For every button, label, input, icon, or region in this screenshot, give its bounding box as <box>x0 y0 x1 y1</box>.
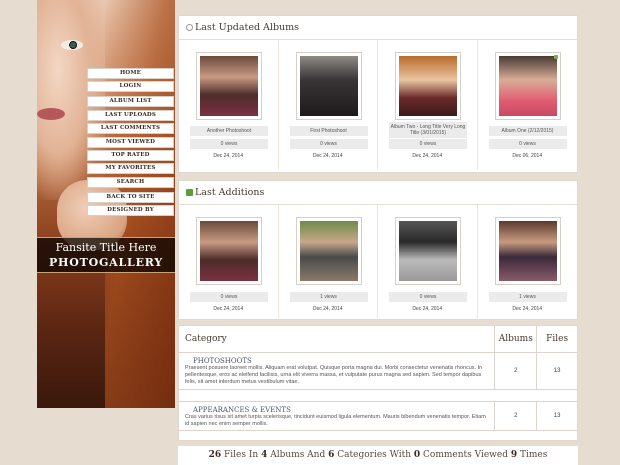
menu-last-comments[interactable]: LAST COMMENTS <box>87 123 174 135</box>
lips-detail <box>37 108 65 120</box>
album-views: 0 views <box>289 139 368 149</box>
album-card: Album One (2/12/2015) 0 views Dec 06, 20… <box>478 40 578 170</box>
header-category: Category <box>179 326 496 352</box>
menu-designed-by[interactable]: DESIGNED BY <box>87 205 174 217</box>
additions-grid: 0 views Dec 24, 2014 1 views Dec 24, 201… <box>179 205 577 320</box>
album-views: 0 views <box>190 139 268 149</box>
category-albums-count: 2 <box>495 353 538 389</box>
plus-icon <box>186 189 193 196</box>
panel-title: Last Additions <box>195 187 265 198</box>
header-albums: Albums <box>495 326 538 352</box>
panel-header: Last Additions <box>179 181 577 205</box>
category-files-count: 13 <box>553 413 561 419</box>
album-grid: Another Photoshoot 0 views Dec 24, 2014 … <box>179 40 577 170</box>
menu-login[interactable]: LOGIN <box>87 81 174 93</box>
photo-date: Dec 24, 2014 <box>412 306 443 312</box>
album-thumbnail[interactable] <box>494 52 561 120</box>
album-name[interactable]: Album Two - Long Title Very Long Title (… <box>389 122 467 138</box>
photo-card: 1 views Dec 24, 2014 <box>279 205 378 320</box>
album-date: Dec 24, 2014 <box>412 153 443 159</box>
category-description: Cras varius risus sit amet turpis sceler… <box>185 414 486 427</box>
album-date: Dec 24, 2014 <box>213 153 244 159</box>
album-thumbnail[interactable] <box>395 52 461 120</box>
stat-comments: 0 <box>413 450 421 460</box>
photo-views: 1 views <box>289 292 368 302</box>
stat-files: 26 <box>208 450 222 460</box>
stat-times-label: Times <box>519 450 548 460</box>
photo-thumbnail[interactable] <box>295 217 362 285</box>
album-card: First Photoshoot 0 views Dec 24, 2014 <box>279 40 378 170</box>
category-albums-count: 2 <box>495 402 538 430</box>
refresh-icon <box>186 24 193 31</box>
menu-album-list[interactable]: ALBUM LIST <box>87 96 174 108</box>
gallery-title: PHOTOGALLERY <box>48 256 164 269</box>
stat-times: 9 <box>510 450 518 460</box>
sidebar: HOME LOGIN ALBUM LIST LAST UPLOADS LAST … <box>37 0 175 408</box>
photo-date: Dec 24, 2014 <box>512 306 543 312</box>
menu-top-rated[interactable]: TOP RATED <box>87 149 174 161</box>
panel-title: Last Updated Albums <box>195 22 300 33</box>
menu-my-favorites[interactable]: MY FAVORITES <box>87 163 174 175</box>
photo-card: 0 views Dec 24, 2014 <box>179 205 279 320</box>
category-description: Praesent posuere laoreet mollis. Aliquam… <box>185 365 483 385</box>
category-cell: APPEARANCES & EVENTS Cras varius risus s… <box>179 402 496 430</box>
stat-files-label: Files In <box>224 450 259 460</box>
panel-header: Last Updated Albums <box>179 16 577 40</box>
category-link[interactable]: PHOTOSHOOTS <box>185 357 488 365</box>
category-cell: PHOTOSHOOTS Praesent posuere laoreet mol… <box>179 353 496 389</box>
menu-back-to-site[interactable]: BACK TO SITE <box>87 191 174 203</box>
stat-comments-label: Comments Viewed <box>423 450 508 460</box>
album-card: Another Photoshoot 0 views Dec 24, 2014 <box>179 40 279 170</box>
last-updated-albums-panel: Last Updated Albums Another Photoshoot 0… <box>178 15 578 173</box>
menu-last-uploads[interactable]: LAST UPLOADS <box>87 109 174 121</box>
category-files-count: 13 <box>553 368 561 374</box>
photo-views: 0 views <box>389 292 467 302</box>
photo-date: Dec 24, 2014 <box>312 306 343 312</box>
album-name[interactable]: First Photoshoot <box>289 126 368 136</box>
row-divider <box>179 390 577 402</box>
header-files: Files <box>546 334 569 344</box>
category-table-header: Category Albums Files <box>179 326 577 353</box>
album-thumbnail[interactable] <box>196 52 262 120</box>
gallery-stats: 26 Files In 4 Albums And 6 Categories Wi… <box>178 446 578 465</box>
site-title: Fansite Title Here <box>55 241 157 254</box>
photo-card: 0 views Dec 24, 2014 <box>378 205 478 320</box>
photo-thumbnail[interactable] <box>494 217 561 285</box>
stat-albums: 4 <box>261 450 268 460</box>
last-additions-panel: Last Additions 0 views Dec 24, 2014 1 vi… <box>178 180 578 320</box>
photo-views: 0 views <box>190 292 268 302</box>
stat-albums-label: Albums And <box>270 450 326 460</box>
album-thumbnail[interactable] <box>295 52 362 120</box>
site-title-band: Fansite Title Here PHOTOGALLERY <box>37 237 175 273</box>
photo-thumbnail[interactable] <box>395 217 461 285</box>
menu-most-viewed[interactable]: MOST VIEWED <box>87 136 174 148</box>
stat-categories-label: Categories With <box>337 450 412 460</box>
menu-search[interactable]: SEARCH <box>87 176 174 188</box>
photo-date: Dec 24, 2014 <box>213 306 244 312</box>
category-row: PHOTOSHOOTS Praesent posuere laoreet mol… <box>179 353 577 390</box>
photo-card: 1 views Dec 24, 2014 <box>478 205 578 320</box>
category-row: APPEARANCES & EVENTS Cras varius risus s… <box>179 402 577 431</box>
photo-thumbnail[interactable] <box>196 217 262 285</box>
album-date: Dec 06, 2014 <box>512 153 543 159</box>
album-name[interactable]: Album One (2/12/2015) <box>488 126 567 136</box>
category-link[interactable]: APPEARANCES & EVENTS <box>185 406 488 414</box>
new-badge-icon <box>553 55 558 59</box>
eye-detail <box>61 40 83 50</box>
stat-categories: 6 <box>328 450 335 460</box>
album-name[interactable]: Another Photoshoot <box>190 126 268 136</box>
sidebar-menu: HOME LOGIN ALBUM LIST LAST UPLOADS LAST … <box>87 68 174 219</box>
album-views: 0 views <box>488 139 567 149</box>
album-date: Dec 24, 2014 <box>312 153 343 159</box>
category-table: Category Albums Files PHOTOSHOOTS Praese… <box>178 325 578 441</box>
photo-views: 1 views <box>488 292 567 302</box>
album-card: Album Two - Long Title Very Long Title (… <box>378 40 478 170</box>
menu-home[interactable]: HOME <box>87 68 174 79</box>
album-views: 0 views <box>389 139 467 149</box>
